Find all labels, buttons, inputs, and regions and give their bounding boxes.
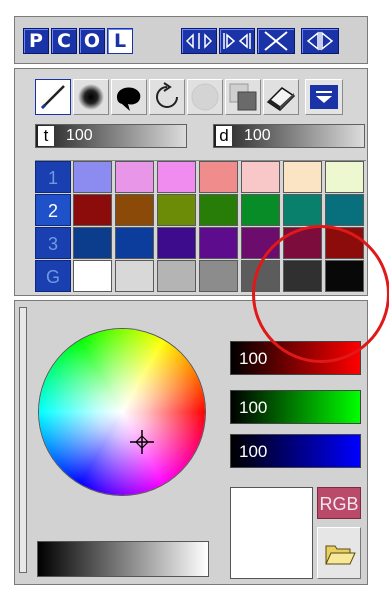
color-swatch[interactable] [157, 227, 196, 259]
menu-down-icon [310, 85, 338, 109]
color-swatch[interactable] [73, 227, 112, 259]
opacity-slider-key: t [38, 126, 54, 146]
color-swatch[interactable] [115, 227, 154, 259]
palette-row-label[interactable]: G [35, 260, 71, 292]
airbrush-tool[interactable] [73, 79, 109, 115]
palette-row-label[interactable]: 1 [35, 161, 71, 193]
rotate-tool[interactable] [149, 79, 185, 115]
density-slider-value: 100 [244, 127, 271, 144]
lasso-fill-tool[interactable] [111, 79, 147, 115]
close-icon [264, 31, 288, 51]
mode-toolbar: P C O L [14, 16, 368, 64]
red-channel-value: 100 [239, 349, 268, 368]
collapse-icon [223, 33, 251, 49]
mode-button-l[interactable]: L [107, 28, 133, 54]
color-swatch[interactable] [241, 161, 280, 193]
blue-channel-slider[interactable]: 100 [230, 434, 361, 468]
folder-icon [325, 545, 356, 565]
pen-tool[interactable] [35, 79, 71, 115]
open-palette-button[interactable] [317, 527, 361, 579]
close-button[interactable] [257, 28, 295, 54]
blur-icon [191, 83, 219, 111]
eraser-tool[interactable] [263, 79, 299, 115]
color-swatch[interactable] [325, 161, 364, 193]
color-swatch[interactable] [115, 194, 154, 226]
color-swatch[interactable] [157, 194, 196, 226]
expand-icon [185, 33, 213, 49]
color-swatch[interactable] [283, 161, 322, 193]
color-swatch[interactable] [157, 260, 196, 292]
palette-menu-button[interactable] [305, 79, 343, 115]
color-wheel[interactable] [39, 329, 205, 495]
green-channel-slider[interactable]: 100 [230, 390, 361, 424]
color-swatch[interactable] [241, 194, 280, 226]
copy-icon [229, 83, 257, 111]
brightness-bar[interactable] [37, 541, 209, 577]
rotate-icon [156, 82, 178, 108]
crosshair-icon [130, 430, 154, 454]
color-swatch[interactable] [199, 227, 238, 259]
expand-button[interactable] [181, 28, 217, 54]
green-channel-value: 100 [239, 398, 268, 417]
color-mode-button[interactable]: RGB [317, 487, 361, 519]
color-preview [230, 487, 313, 579]
palette-row-label[interactable]: 3 [35, 227, 71, 259]
pen-icon [40, 85, 65, 110]
color-swatch[interactable] [283, 194, 322, 226]
mode-button-c[interactable]: C [51, 28, 77, 54]
flip-icon [306, 31, 334, 51]
opacity-slider[interactable]: t 100 [35, 124, 187, 148]
color-swatch[interactable] [73, 260, 112, 292]
color-swatch[interactable] [73, 194, 112, 226]
airbrush-icon [78, 84, 104, 110]
mode-button-o[interactable]: O [79, 28, 105, 54]
blur-tool[interactable] [187, 79, 223, 115]
color-swatch[interactable] [199, 260, 238, 292]
color-swatch[interactable] [115, 161, 154, 193]
opacity-slider-value: 100 [66, 127, 93, 144]
density-slider[interactable]: d 100 [213, 124, 365, 148]
copy-tool[interactable] [225, 79, 261, 115]
lasso-fill-icon [117, 87, 141, 111]
blue-channel-value: 100 [239, 442, 268, 461]
color-swatch[interactable] [157, 161, 196, 193]
highlight-circle [252, 225, 389, 363]
density-slider-key: d [216, 126, 232, 146]
flip-button[interactable] [301, 28, 339, 54]
collapse-button[interactable] [219, 28, 255, 54]
color-swatch[interactable] [325, 194, 364, 226]
panel-resize-handle[interactable] [19, 307, 27, 573]
color-swatch[interactable] [199, 194, 238, 226]
palette-row-label[interactable]: 2 [35, 194, 71, 226]
mode-button-p[interactable]: P [23, 28, 49, 54]
color-swatch[interactable] [73, 161, 112, 193]
eraser-icon [266, 87, 296, 111]
color-swatch[interactable] [115, 260, 154, 292]
color-swatch[interactable] [199, 161, 238, 193]
